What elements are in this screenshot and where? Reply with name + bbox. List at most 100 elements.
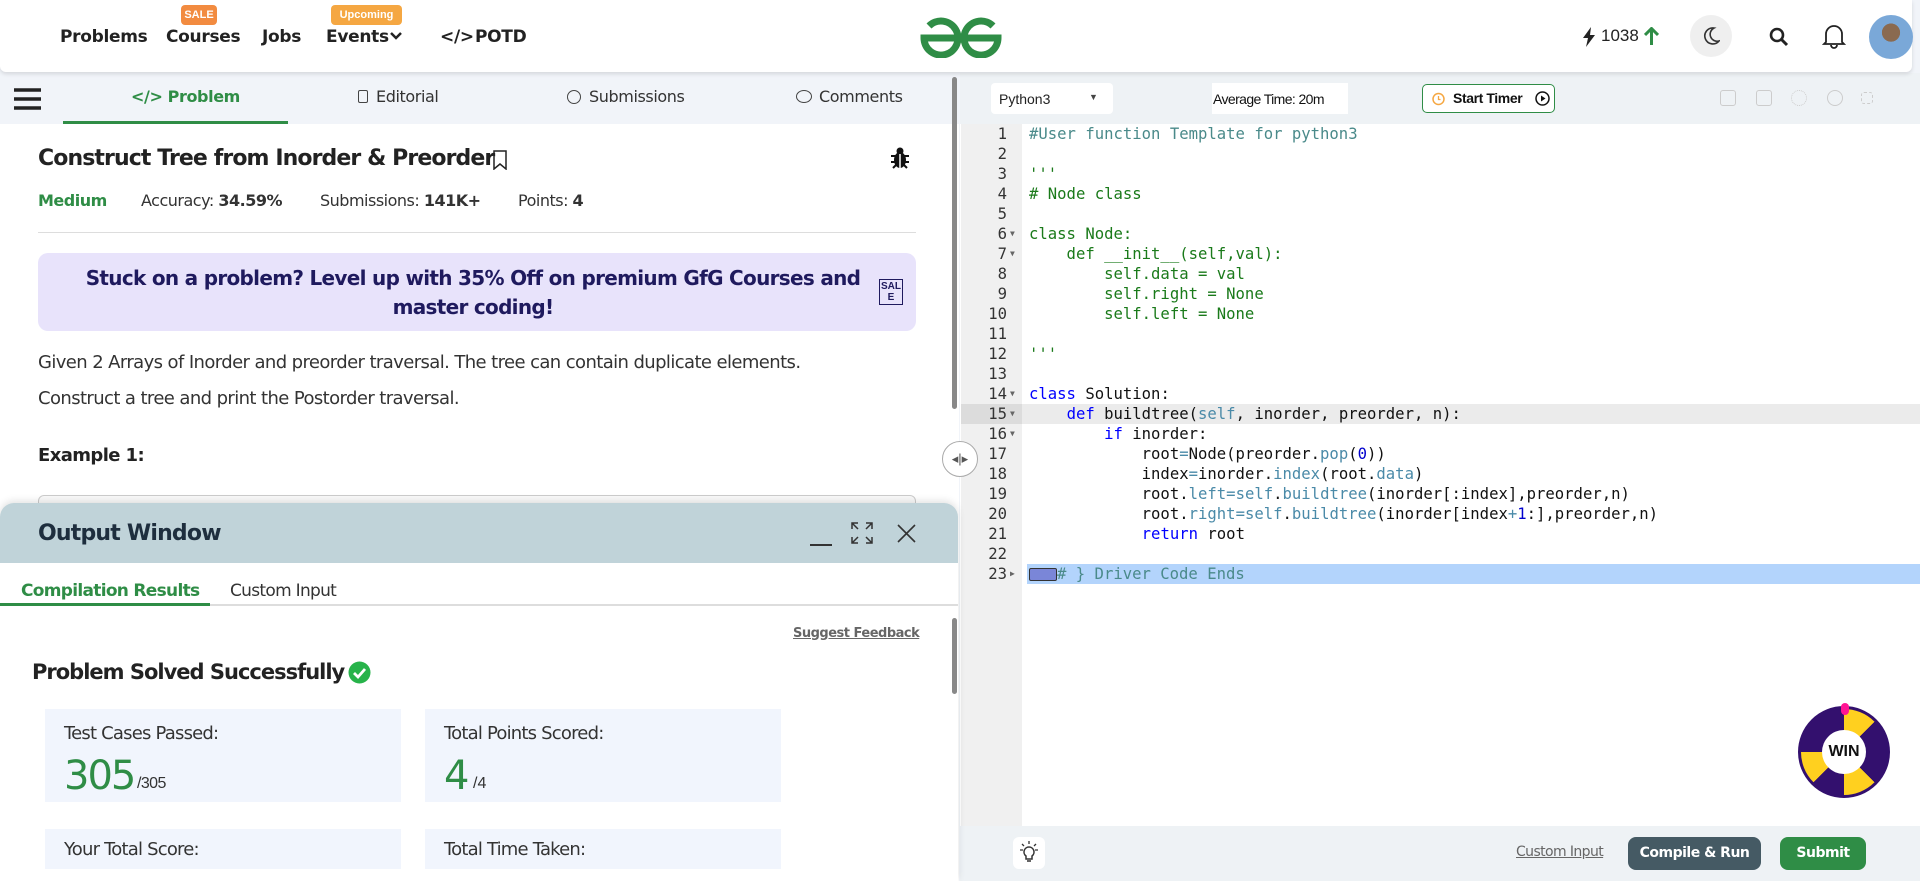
code-line[interactable]: 8 self.data = val	[961, 264, 1920, 284]
line-number: 12	[988, 345, 1007, 363]
sale-badge: SALE	[181, 5, 217, 25]
code-line[interactable]: 23 ▶ # } Driver Code Ends	[961, 564, 1920, 584]
bookmark-icon[interactable]	[493, 150, 507, 170]
win-spin-wheel[interactable]: WIN	[1798, 703, 1890, 798]
code-text: index=inorder.index(root.data)	[1029, 464, 1424, 484]
clock-icon	[567, 90, 581, 104]
line-number: 3	[997, 165, 1007, 183]
folded-code-widget-icon[interactable]	[1029, 568, 1057, 581]
code-token: # } Driver Code Ends	[1057, 565, 1245, 583]
tab-label: Problem	[167, 87, 241, 106]
start-timer-button[interactable]: Start Timer	[1422, 84, 1555, 113]
code-token: (	[1348, 445, 1358, 463]
hamburger-menu-icon[interactable]	[14, 88, 41, 110]
code-token: '''	[1029, 165, 1058, 183]
card-value: 305	[64, 753, 136, 799]
promo-banner[interactable]: Stuck on a problem? Level up with 35% Of…	[38, 253, 916, 331]
code-line[interactable]: 3 '''	[961, 164, 1920, 184]
import-icon[interactable]	[1756, 90, 1772, 106]
line-number: 6	[997, 225, 1007, 243]
reset-icon[interactable]	[1827, 90, 1843, 106]
code-token: data	[1376, 465, 1414, 483]
chevron-down-icon[interactable]	[390, 31, 402, 41]
close-icon[interactable]	[897, 524, 916, 543]
search-icon[interactable]	[1769, 27, 1789, 47]
code-line[interactable]: 10 self.left = None	[961, 304, 1920, 324]
tab-custom-input[interactable]: Custom Input	[230, 581, 337, 601]
nav-potd[interactable]: POTD	[475, 27, 527, 47]
code-line[interactable]: 11	[961, 324, 1920, 344]
code-line[interactable]: 15 ▼ def buildtree(self, inorder, preorde…	[961, 404, 1920, 424]
custom-input-link[interactable]: Custom Input	[1516, 844, 1604, 860]
sale-badge-icon: SALE	[879, 279, 903, 305]
code-line[interactable]: 21 return root	[961, 524, 1920, 544]
code-line[interactable]: 13	[961, 364, 1920, 384]
code-line[interactable]: 14 ▼ class Solution:	[961, 384, 1920, 404]
language-select[interactable]: Python3 ▼	[991, 83, 1113, 114]
code-token: self	[1198, 405, 1236, 423]
code-text: root.left=self.buildtree(inorder[:index]…	[1029, 484, 1630, 504]
code-line[interactable]: 19 root.left=self.buildtree(inorder[:ind…	[961, 484, 1920, 504]
promo-text: Stuck on a problem? Level up with 35% Of…	[85, 266, 861, 319]
fold-arrow-icon[interactable]: ▼	[1010, 384, 1015, 404]
test-cases-card: Test Cases Passed: 305 /305	[45, 709, 401, 802]
submit-button[interactable]: Submit	[1780, 837, 1866, 870]
code-line[interactable]: 16 ▼ if inorder:	[961, 424, 1920, 444]
output-window: Output Window Compilation Results Custom…	[0, 503, 958, 881]
line-number: 7	[997, 245, 1007, 263]
code-line[interactable]: 5	[961, 204, 1920, 224]
copy-icon[interactable]	[1720, 90, 1736, 106]
code-token: left	[1188, 485, 1227, 503]
fold-arrow-icon[interactable]: ▼	[1010, 424, 1015, 444]
tab-compilation-results[interactable]: Compilation Results	[21, 581, 200, 601]
settings-icon[interactable]	[1791, 90, 1807, 106]
nav-events[interactable]: Events	[326, 27, 389, 47]
tab-comments[interactable]: Comments	[796, 87, 903, 106]
code-line[interactable]: 17 root=Node(preorder.pop(0))	[961, 444, 1920, 464]
code-line[interactable]: 12 '''	[961, 344, 1920, 364]
code-line[interactable]: 20 root.right=self.buildtree(inorder[ind…	[961, 504, 1920, 524]
fold-arrow-icon[interactable]: ▼	[1010, 244, 1015, 264]
scrollbar[interactable]	[952, 77, 957, 409]
bug-report-icon[interactable]	[890, 146, 910, 170]
submissions-label: Submissions:	[320, 191, 420, 210]
fullscreen-icon[interactable]	[1861, 92, 1873, 104]
card-label: Test Cases Passed:	[64, 723, 219, 744]
code-line[interactable]: 1 #User function Template for python3	[961, 124, 1920, 144]
nav-jobs[interactable]: Jobs	[262, 27, 301, 47]
code-line[interactable]: 6 ▼ class Node:	[961, 224, 1920, 244]
tab-label: Submissions	[589, 87, 685, 106]
code-line[interactable]: 4 # Node class	[961, 184, 1920, 204]
start-timer-label: Start Timer	[1453, 90, 1523, 106]
tab-submissions[interactable]: Submissions	[567, 87, 685, 106]
bell-icon[interactable]	[1822, 23, 1846, 49]
nav-problems[interactable]: Problems	[60, 27, 148, 47]
tab-editorial[interactable]: Editorial	[358, 87, 439, 106]
expand-icon[interactable]	[851, 522, 873, 544]
avatar[interactable]	[1869, 15, 1913, 59]
minimize-icon[interactable]	[810, 544, 832, 546]
code-line[interactable]: 7 ▼ def __init__(self,val):	[961, 244, 1920, 264]
fold-arrow-icon[interactable]: ▼	[1010, 224, 1015, 244]
hint-button[interactable]	[1013, 837, 1045, 869]
code-line[interactable]: 9 self.right = None	[961, 284, 1920, 304]
code-token: =	[1179, 445, 1189, 463]
gfg-logo[interactable]	[918, 14, 1004, 58]
code-line[interactable]: 18 index=inorder.index(root.data)	[961, 464, 1920, 484]
code-line[interactable]: 2	[961, 144, 1920, 164]
card-label: Your Total Score:	[64, 839, 200, 860]
tab-problem[interactable]: </> Problem	[131, 87, 240, 106]
unfold-arrow-icon[interactable]: ▶	[1010, 564, 1015, 584]
code-line[interactable]: 22	[961, 544, 1920, 564]
output-scrollbar[interactable]	[952, 618, 957, 694]
fold-arrow-icon[interactable]: ▼	[1010, 404, 1015, 424]
nav-courses[interactable]: Courses	[166, 27, 241, 47]
dark-mode-toggle[interactable]	[1690, 15, 1732, 57]
compile-run-button[interactable]: Compile & Run	[1628, 837, 1761, 870]
pane-resize-handle[interactable]: ◂|▸	[942, 441, 978, 477]
suggest-feedback-link[interactable]: Suggest Feedback	[793, 626, 920, 641]
card-label: Total Time Taken:	[444, 839, 586, 860]
code-token: pop	[1320, 445, 1349, 463]
problem-title: Construct Tree from Inorder & Preorder	[38, 146, 495, 171]
